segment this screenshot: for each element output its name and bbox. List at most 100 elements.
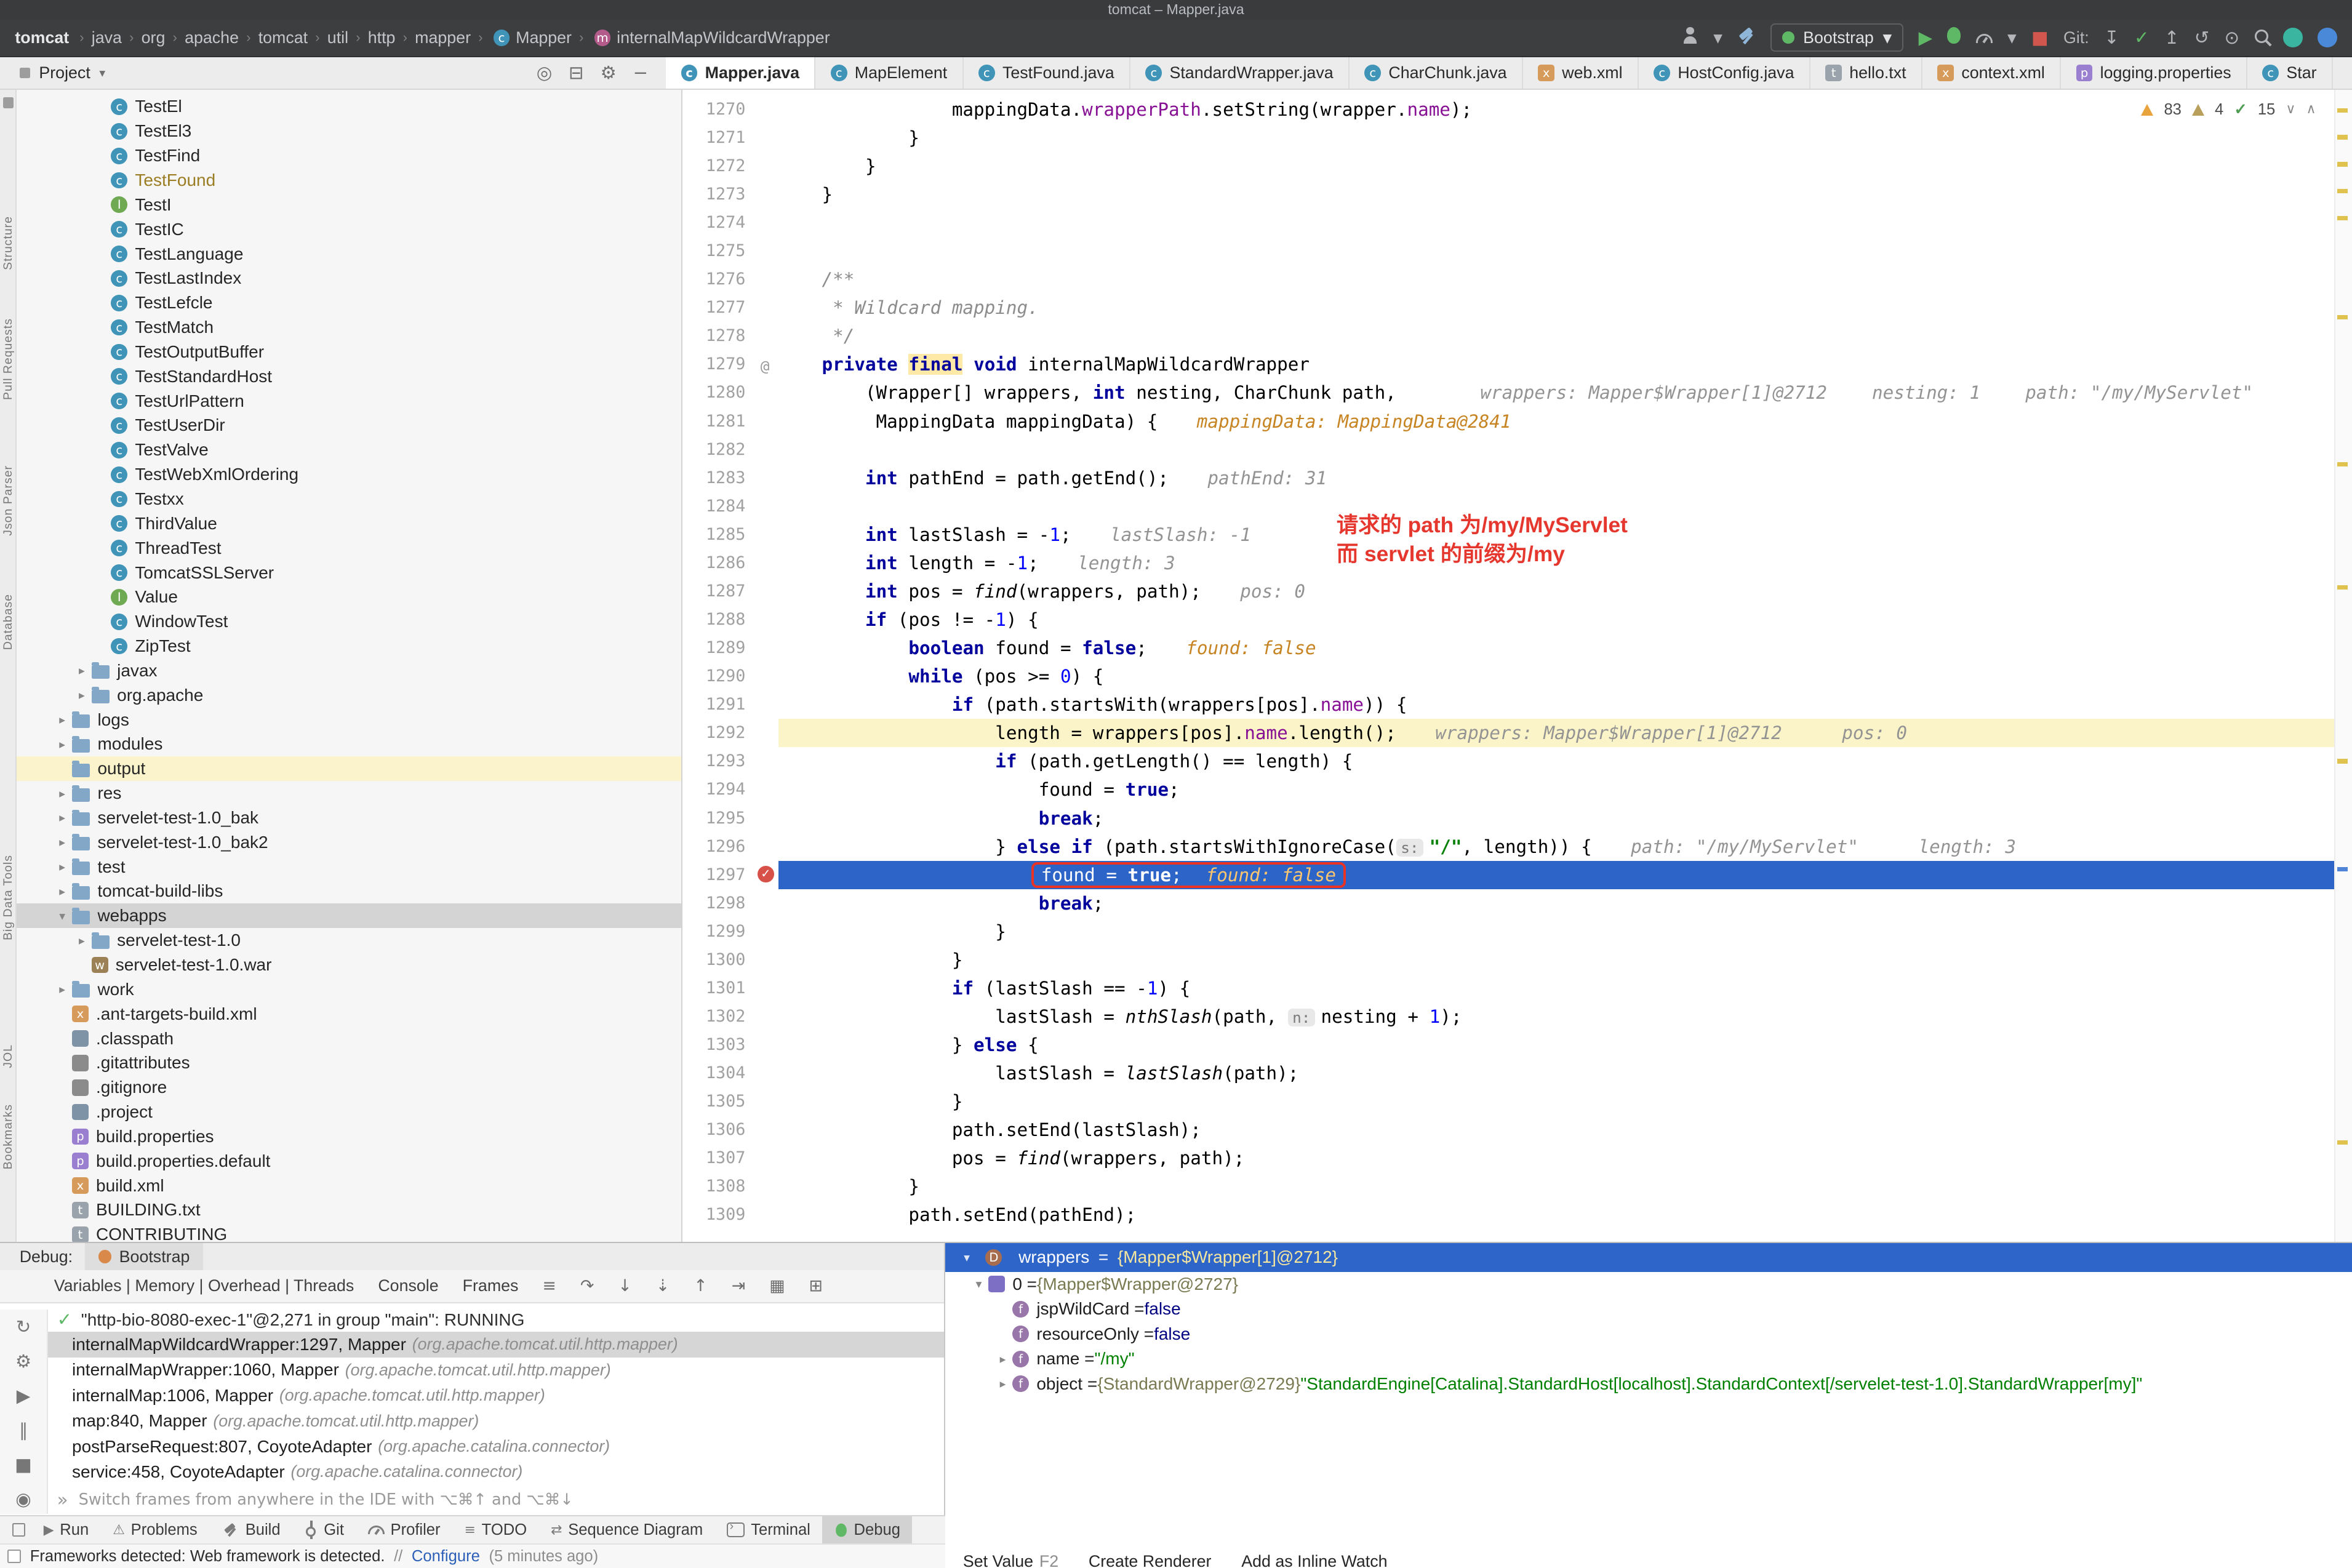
project-tree-item[interactable]: ▾webapps xyxy=(17,903,681,928)
line-number-gutter[interactable]: 1292 xyxy=(682,719,778,747)
tool-stripe-big-data-tools[interactable]: Big Data Tools xyxy=(1,855,15,940)
project-tree-item[interactable]: cTestLanguage xyxy=(17,242,681,266)
line-number-gutter[interactable]: 1296 xyxy=(682,833,778,861)
tree-toggle-icon[interactable]: ▸ xyxy=(72,688,92,702)
editor-tab[interactable]: plogging.properties xyxy=(2061,57,2247,89)
tool-stripe-jol[interactable]: JOL xyxy=(1,1044,15,1068)
chevron-down-icon[interactable]: ▾ xyxy=(99,67,105,79)
project-tree-item[interactable]: xbuild.xml xyxy=(17,1174,681,1198)
tree-toggle-icon[interactable]: ▸ xyxy=(52,786,72,801)
code-line-1301[interactable]: 1301 if (lastSlash == -1) { xyxy=(682,974,2334,1002)
line-number-gutter[interactable]: 1279@ xyxy=(682,350,778,378)
breadcrumb-item[interactable]: apache xyxy=(185,28,239,47)
line-number-gutter[interactable]: 1277 xyxy=(682,294,778,322)
project-tree-item[interactable]: cTestLefcle xyxy=(17,290,681,315)
tree-toggle-icon[interactable]: ▸ xyxy=(52,835,72,849)
stripe-mark[interactable] xyxy=(2337,462,2348,466)
line-number-gutter[interactable]: 1278 xyxy=(682,322,778,350)
stripe-mark[interactable] xyxy=(2337,315,2348,319)
variable-row[interactable]: ▸fname = "/my" xyxy=(945,1346,2352,1371)
gear-icon[interactable]: ⚙ xyxy=(15,1353,31,1370)
project-tree-item[interactable]: cWindowTest xyxy=(17,609,681,634)
tree-toggle-icon[interactable]: ▾ xyxy=(52,909,72,923)
stop-icon[interactable]: ■ xyxy=(15,1456,32,1474)
code-line-1275[interactable]: 1275 xyxy=(682,237,2334,265)
line-number-gutter[interactable]: 1299 xyxy=(682,918,778,946)
line-number-gutter[interactable]: 1308 xyxy=(682,1172,778,1201)
status-bar-build[interactable]: Build xyxy=(209,1516,292,1543)
line-number-gutter[interactable]: 1283 xyxy=(682,464,778,492)
step-over-icon[interactable]: ↷ xyxy=(580,1278,594,1295)
breadcrumb-item[interactable]: mapper xyxy=(415,28,471,47)
project-tree-item[interactable]: .project xyxy=(17,1100,681,1124)
project-tree-item[interactable]: cTestLastIndex xyxy=(17,266,681,290)
project-tree-item[interactable]: ▸tomcat-build-libs xyxy=(17,879,681,904)
code-line-1297[interactable]: 1297✓ found = true;found: false xyxy=(682,861,2334,889)
code-line-1302[interactable]: 1302 lastSlash = nthSlash(path, n:nestin… xyxy=(682,1002,2334,1031)
code-line-1279[interactable]: 1279@ private final void internalMapWild… xyxy=(682,350,2334,378)
tab-frames[interactable]: Frames xyxy=(463,1276,519,1295)
code-line-1298[interactable]: 1298 break; xyxy=(682,889,2334,918)
code-line-1291[interactable]: 1291 if (path.startsWith(wrappers[pos].n… xyxy=(682,690,2334,719)
code-line-1276[interactable]: 1276 /** xyxy=(682,265,2334,294)
resume-icon[interactable]: ▶ xyxy=(17,1387,31,1405)
line-number-gutter[interactable]: 1304 xyxy=(682,1059,778,1087)
code-line-1288[interactable]: 1288 if (pos != -1) { xyxy=(682,606,2334,634)
code-line-1292[interactable]: 1292 length = wrappers[pos].name.length(… xyxy=(682,719,2334,747)
next-problem-icon[interactable]: ∧ xyxy=(2306,103,2316,116)
line-number-gutter[interactable]: 1297✓ xyxy=(682,861,778,889)
breadcrumb-item[interactable]: tomcat xyxy=(258,28,308,47)
editor-tab[interactable]: cMapElement xyxy=(815,57,963,89)
stack-frame-row[interactable]: postParseRequest:807, CoyoteAdapter(org.… xyxy=(48,1434,944,1459)
tool-stripe-bookmarks[interactable]: Bookmarks xyxy=(1,1104,15,1169)
code-line-1287[interactable]: 1287 int pos = find(wrappers, path);pos:… xyxy=(682,577,2334,606)
project-tree-item[interactable]: cTestMatch xyxy=(17,315,681,340)
breadcrumb-item[interactable]: java xyxy=(92,28,122,47)
line-number-gutter[interactable]: 1298 xyxy=(682,889,778,918)
stack-frame-row[interactable]: service:458, CoyoteAdapter(org.apache.ca… xyxy=(48,1459,944,1484)
code-editor[interactable]: 1270 mappingData.wrapperPath.setString(w… xyxy=(682,90,2352,1242)
tab-console[interactable]: Console xyxy=(378,1276,438,1295)
breadcrumb-item[interactable]: util xyxy=(327,28,348,47)
variable-row[interactable]: ▸fobject = {StandardWrapper@2729} "Stand… xyxy=(945,1371,2352,1396)
tree-toggle-icon[interactable]: ▸ xyxy=(993,1352,1013,1366)
tree-toggle-icon[interactable]: ▾ xyxy=(969,1277,989,1291)
line-number-gutter[interactable]: 1290 xyxy=(682,662,778,690)
stripe-mark[interactable] xyxy=(2337,108,2348,113)
project-tree-item[interactable]: cTestUserDir xyxy=(17,414,681,438)
project-tree-item[interactable]: cThirdValue xyxy=(17,511,681,536)
previous-problem-icon[interactable]: ∨ xyxy=(2286,103,2295,116)
variables-action-set-value[interactable]: Set ValueF2 xyxy=(963,1552,1058,1568)
stack-frame-row[interactable]: internalMapWrapper:1060, Mapper(org.apac… xyxy=(48,1358,944,1383)
view-options-icon[interactable]: ≡ xyxy=(542,1278,556,1295)
editor-tab[interactable]: cMapper.java xyxy=(666,57,815,89)
code-line-1277[interactable]: 1277 * Wildcard mapping. xyxy=(682,294,2334,322)
variables-action-add-as-inline-watch[interactable]: Add as Inline Watch xyxy=(1241,1552,1387,1568)
project-tree-item[interactable]: cTestUrlPattern xyxy=(17,389,681,414)
line-number-gutter[interactable]: 1294 xyxy=(682,775,778,804)
stripe-mark[interactable] xyxy=(2337,867,2348,871)
code-line-1278[interactable]: 1278 */ xyxy=(682,322,2334,350)
debug-button[interactable] xyxy=(1947,27,1961,48)
stack-frame-row[interactable]: internalMap:1006, Mapper(org.apache.tomc… xyxy=(48,1383,944,1408)
project-tree-item[interactable]: ▸test xyxy=(17,855,681,879)
project-tree-item[interactable]: cTestFound xyxy=(17,168,681,193)
line-number-gutter[interactable]: 1287 xyxy=(682,577,778,606)
line-number-gutter[interactable]: 1300 xyxy=(682,946,778,974)
status-bar-problems[interactable]: ⚠Problems xyxy=(101,1516,209,1543)
user-profile-icon[interactable] xyxy=(1682,27,1698,48)
code-line-1293[interactable]: 1293 if (path.getLength() == length) { xyxy=(682,747,2334,775)
tree-toggle-icon[interactable]: ▸ xyxy=(993,1377,1013,1391)
code-line-1296[interactable]: 1296 } else if (path.startsWithIgnoreCas… xyxy=(682,833,2334,861)
project-stripe-icon[interactable] xyxy=(3,97,14,108)
locate-file-icon[interactable]: ◎ xyxy=(537,64,553,82)
line-number-gutter[interactable]: 1282 xyxy=(682,436,778,464)
project-tree-item[interactable]: pbuild.properties.default xyxy=(17,1149,681,1174)
code-line-1283[interactable]: 1283 int pathEnd = path.getEnd();pathEnd… xyxy=(682,464,2334,492)
line-number-gutter[interactable]: 1284 xyxy=(682,492,778,521)
project-tree-item[interactable]: cTestEl3 xyxy=(17,119,681,143)
breadcrumb-method[interactable]: internalMapWildcardWrapper xyxy=(617,28,830,47)
tool-stripe-json-parser[interactable]: Json Parser xyxy=(1,465,15,536)
project-tree-item[interactable]: cTestValve xyxy=(17,438,681,462)
line-number-gutter[interactable]: 1281 xyxy=(682,407,778,436)
